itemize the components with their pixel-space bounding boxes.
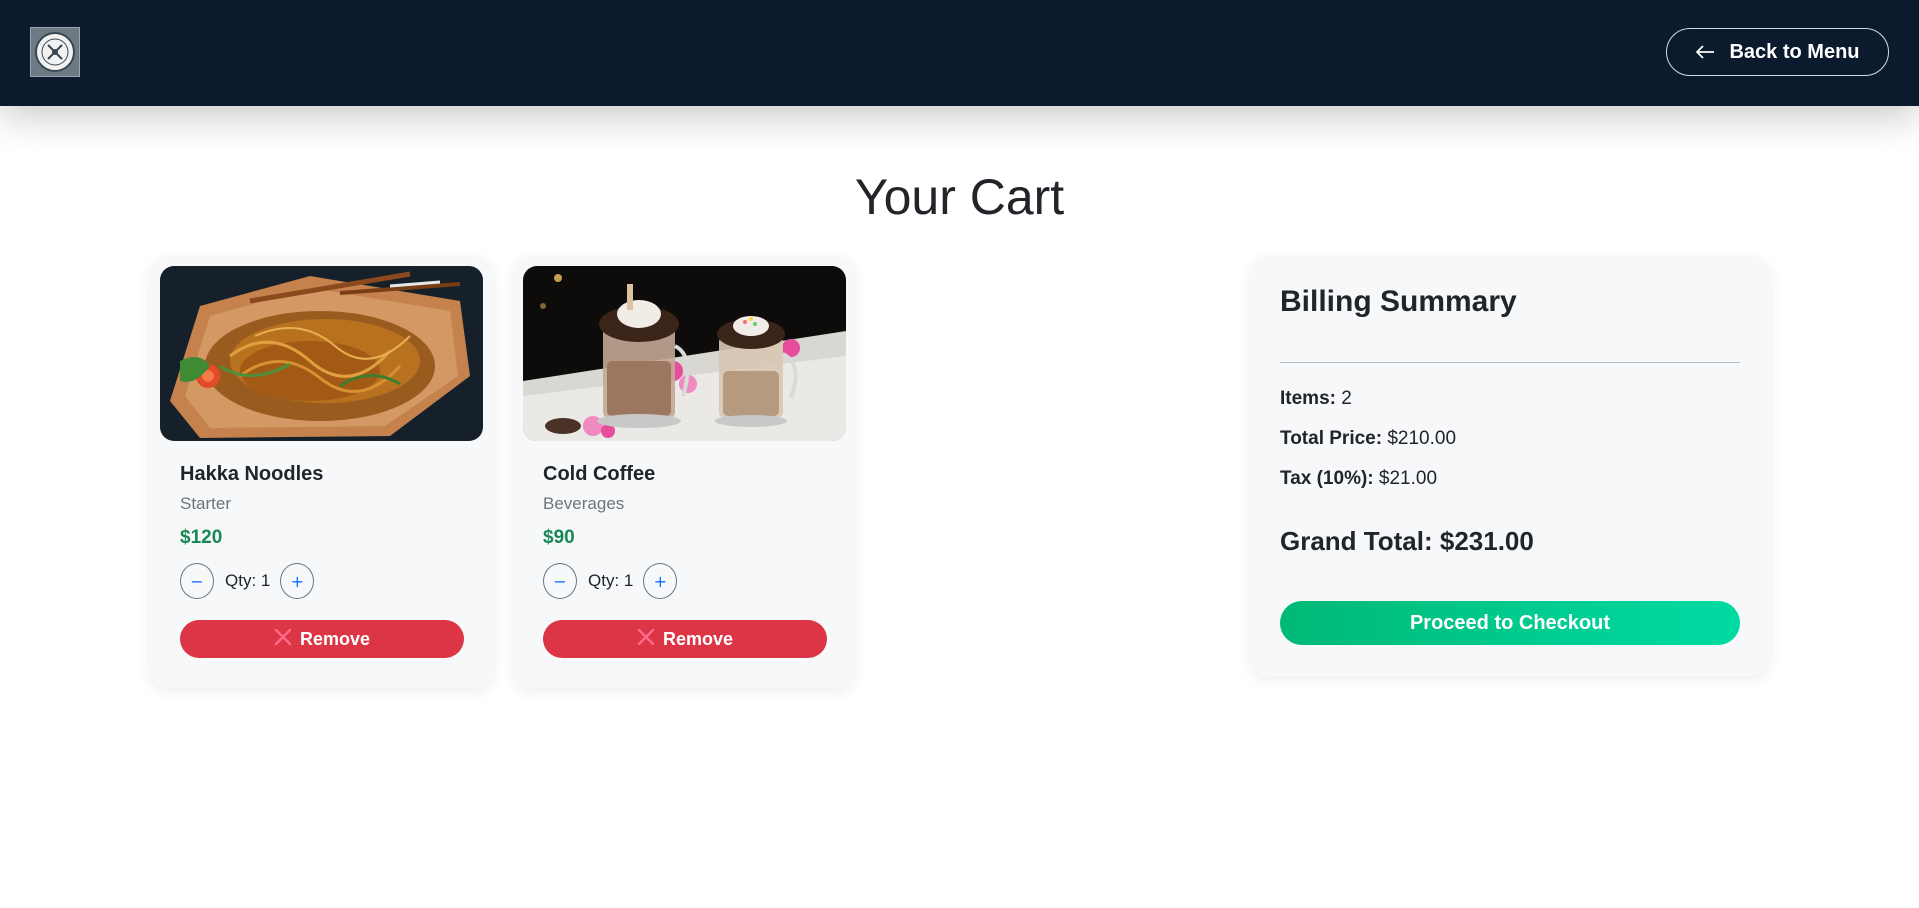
- item-price: $120: [180, 527, 223, 548]
- increase-qty-button[interactable]: +: [280, 563, 315, 599]
- decrease-qty-button[interactable]: −: [180, 563, 214, 599]
- page-title: Your Cart: [854, 169, 1065, 225]
- remove-item-button[interactable]: Remove: [180, 620, 464, 658]
- qty-label: Qty: 1: [588, 571, 634, 590]
- item-name: Hakka Noodles: [180, 463, 324, 485]
- cart-item-card: Cold Coffee Beverages $90 − Qty: 1 + Rem…: [513, 256, 856, 688]
- qty-label: Qty: 1: [225, 571, 271, 590]
- items-value: 2: [1341, 388, 1352, 409]
- proceed-to-checkout-button[interactable]: Proceed to Checkout: [1280, 601, 1740, 645]
- cart-item-card: Hakka Noodles Starter $120 − Qty: 1 + Re…: [150, 256, 493, 688]
- total-price-label: Total Price:: [1280, 428, 1383, 449]
- total-price-value: $210.00: [1387, 428, 1457, 449]
- items-label: Items:: [1280, 388, 1336, 409]
- decrease-qty-button[interactable]: −: [543, 563, 577, 599]
- quantity-stepper: − Qty: 1 +: [543, 563, 678, 599]
- close-icon: [637, 628, 655, 651]
- increase-qty-button[interactable]: +: [643, 563, 678, 599]
- tax-label: Tax (10%):: [1280, 468, 1374, 489]
- remove-label: Remove: [299, 628, 371, 649]
- back-to-menu-label: Back to Menu: [1729, 40, 1860, 63]
- divider: [1280, 362, 1740, 363]
- grand-total-label: Grand Total:: [1280, 526, 1433, 556]
- item-price: $90: [543, 527, 575, 548]
- restaurant-logo[interactable]: [30, 27, 80, 77]
- item-category: Starter: [180, 494, 232, 513]
- billing-summary-title: Billing Summary: [1280, 285, 1517, 318]
- quantity-stepper: − Qty: 1 +: [180, 563, 315, 599]
- remove-label: Remove: [662, 628, 734, 649]
- total-price-line: Total Price: $210.00: [1280, 428, 1456, 450]
- item-name: Cold Coffee: [543, 463, 656, 485]
- item-category: Beverages: [543, 494, 625, 513]
- back-to-menu-button[interactable]: Back to Menu: [1666, 28, 1889, 76]
- grand-total: Grand Total: $231.00: [1280, 526, 1534, 557]
- tax-line: Tax (10%): $21.00: [1280, 468, 1437, 490]
- remove-item-button[interactable]: Remove: [543, 620, 827, 658]
- cold-coffee-image: [523, 266, 846, 441]
- logo-emblem-icon: [35, 32, 75, 72]
- tax-value: $21.00: [1378, 468, 1438, 489]
- grand-total-value: $231.00: [1439, 526, 1534, 556]
- items-count-line: Items: 2: [1280, 388, 1352, 410]
- close-icon: [274, 628, 292, 651]
- arrow-left-icon: [1695, 45, 1715, 59]
- navbar: Back to Menu: [0, 0, 1919, 106]
- hakka-noodles-image: [160, 266, 483, 441]
- billing-summary-panel: Billing Summary Items: 2 Total Price: $2…: [1250, 256, 1770, 676]
